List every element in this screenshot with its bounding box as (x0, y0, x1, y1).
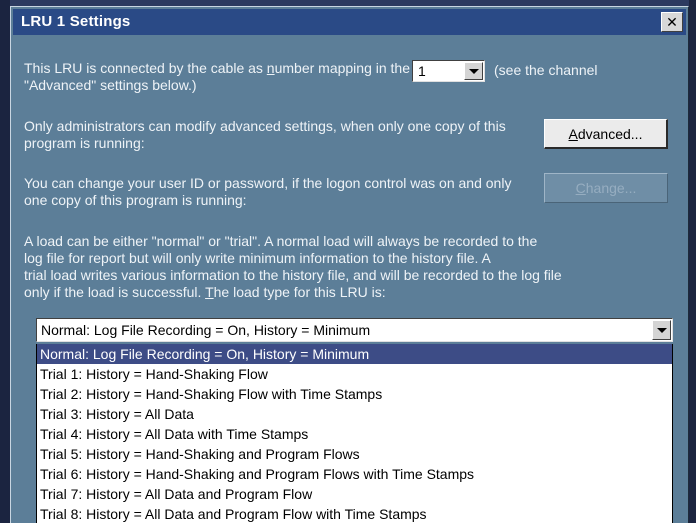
cable-number-dropdown-button[interactable] (464, 62, 483, 80)
change-description: You can change your user ID or password,… (24, 175, 512, 208)
load-option-trial-1[interactable]: Trial 1: History = Hand-Shaking Flow (37, 364, 672, 384)
advanced-button-label: dvanced... (577, 125, 643, 142)
load-option-normal[interactable]: Normal: Log File Recording = On, History… (37, 344, 672, 364)
load-description-line-3: trial load writes various information to… (24, 267, 562, 283)
load-option-trial-3[interactable]: Trial 3: History = All Data (37, 404, 672, 424)
close-icon: ✕ (666, 14, 678, 30)
load-type-options-list: Normal: Log File Recording = On, History… (36, 344, 673, 523)
background-window-edge-left (0, 0, 10, 523)
cable-number-value: 1 (418, 63, 426, 79)
load-type-select[interactable]: Normal: Log File Recording = On, History… (36, 318, 673, 342)
load-option-trial-8[interactable]: Trial 8: History = All Data and Program … (37, 504, 672, 523)
cable-access-key: n (266, 60, 275, 76)
advanced-button[interactable]: Advanced... (544, 119, 668, 149)
window-title: LRU 1 Settings (21, 13, 131, 30)
load-type-access-key: T (205, 284, 214, 300)
chevron-down-icon (468, 68, 479, 74)
load-type-value: Normal: Log File Recording = On, History… (41, 322, 371, 338)
channel-mapping-note: (see the channel (494, 62, 598, 78)
load-option-trial-5[interactable]: Trial 5: History = Hand-Shaking and Prog… (37, 444, 672, 464)
close-button[interactable]: ✕ (661, 12, 683, 32)
change-button[interactable]: Change... (544, 173, 668, 203)
load-line-4-before: only if the load is successful. (24, 284, 206, 300)
load-description-line-2: log file for report but will only write … (24, 250, 491, 266)
load-option-trial-2[interactable]: Trial 2: History = Hand-Shaking Flow wit… (37, 384, 672, 404)
load-description-line-1: A load can be either "normal" or "trial"… (24, 233, 538, 249)
load-line-4-after: he load type for this LRU is: (213, 284, 386, 300)
load-option-trial-7[interactable]: Trial 7: History = All Data and Program … (37, 484, 672, 504)
title-bar[interactable]: LRU 1 Settings ✕ (13, 9, 686, 35)
cable-number-select[interactable]: 1 (412, 60, 485, 82)
advanced-description: Only administrators can modify advanced … (24, 118, 506, 151)
cable-number-label: This LRU is connected by the cable as nu… (24, 60, 424, 94)
chevron-down-icon (656, 327, 667, 333)
load-type-description: A load can be either "normal" or "trial"… (24, 233, 674, 301)
change-button-label: hange... (585, 180, 637, 196)
load-option-trial-4[interactable]: Trial 4: History = All Data with Time St… (37, 424, 672, 444)
load-description-line-4: only if the load is successful. The load… (24, 284, 674, 301)
load-option-trial-6[interactable]: Trial 6: History = Hand-Shaking and Prog… (37, 464, 672, 484)
load-type-dropdown-button[interactable] (652, 320, 671, 340)
cable-text-before: This LRU is connected by the cable as (24, 60, 267, 76)
change-access-key: C (575, 180, 586, 196)
advanced-access-key: A (568, 125, 578, 142)
background-window-edge-right (689, 0, 696, 523)
